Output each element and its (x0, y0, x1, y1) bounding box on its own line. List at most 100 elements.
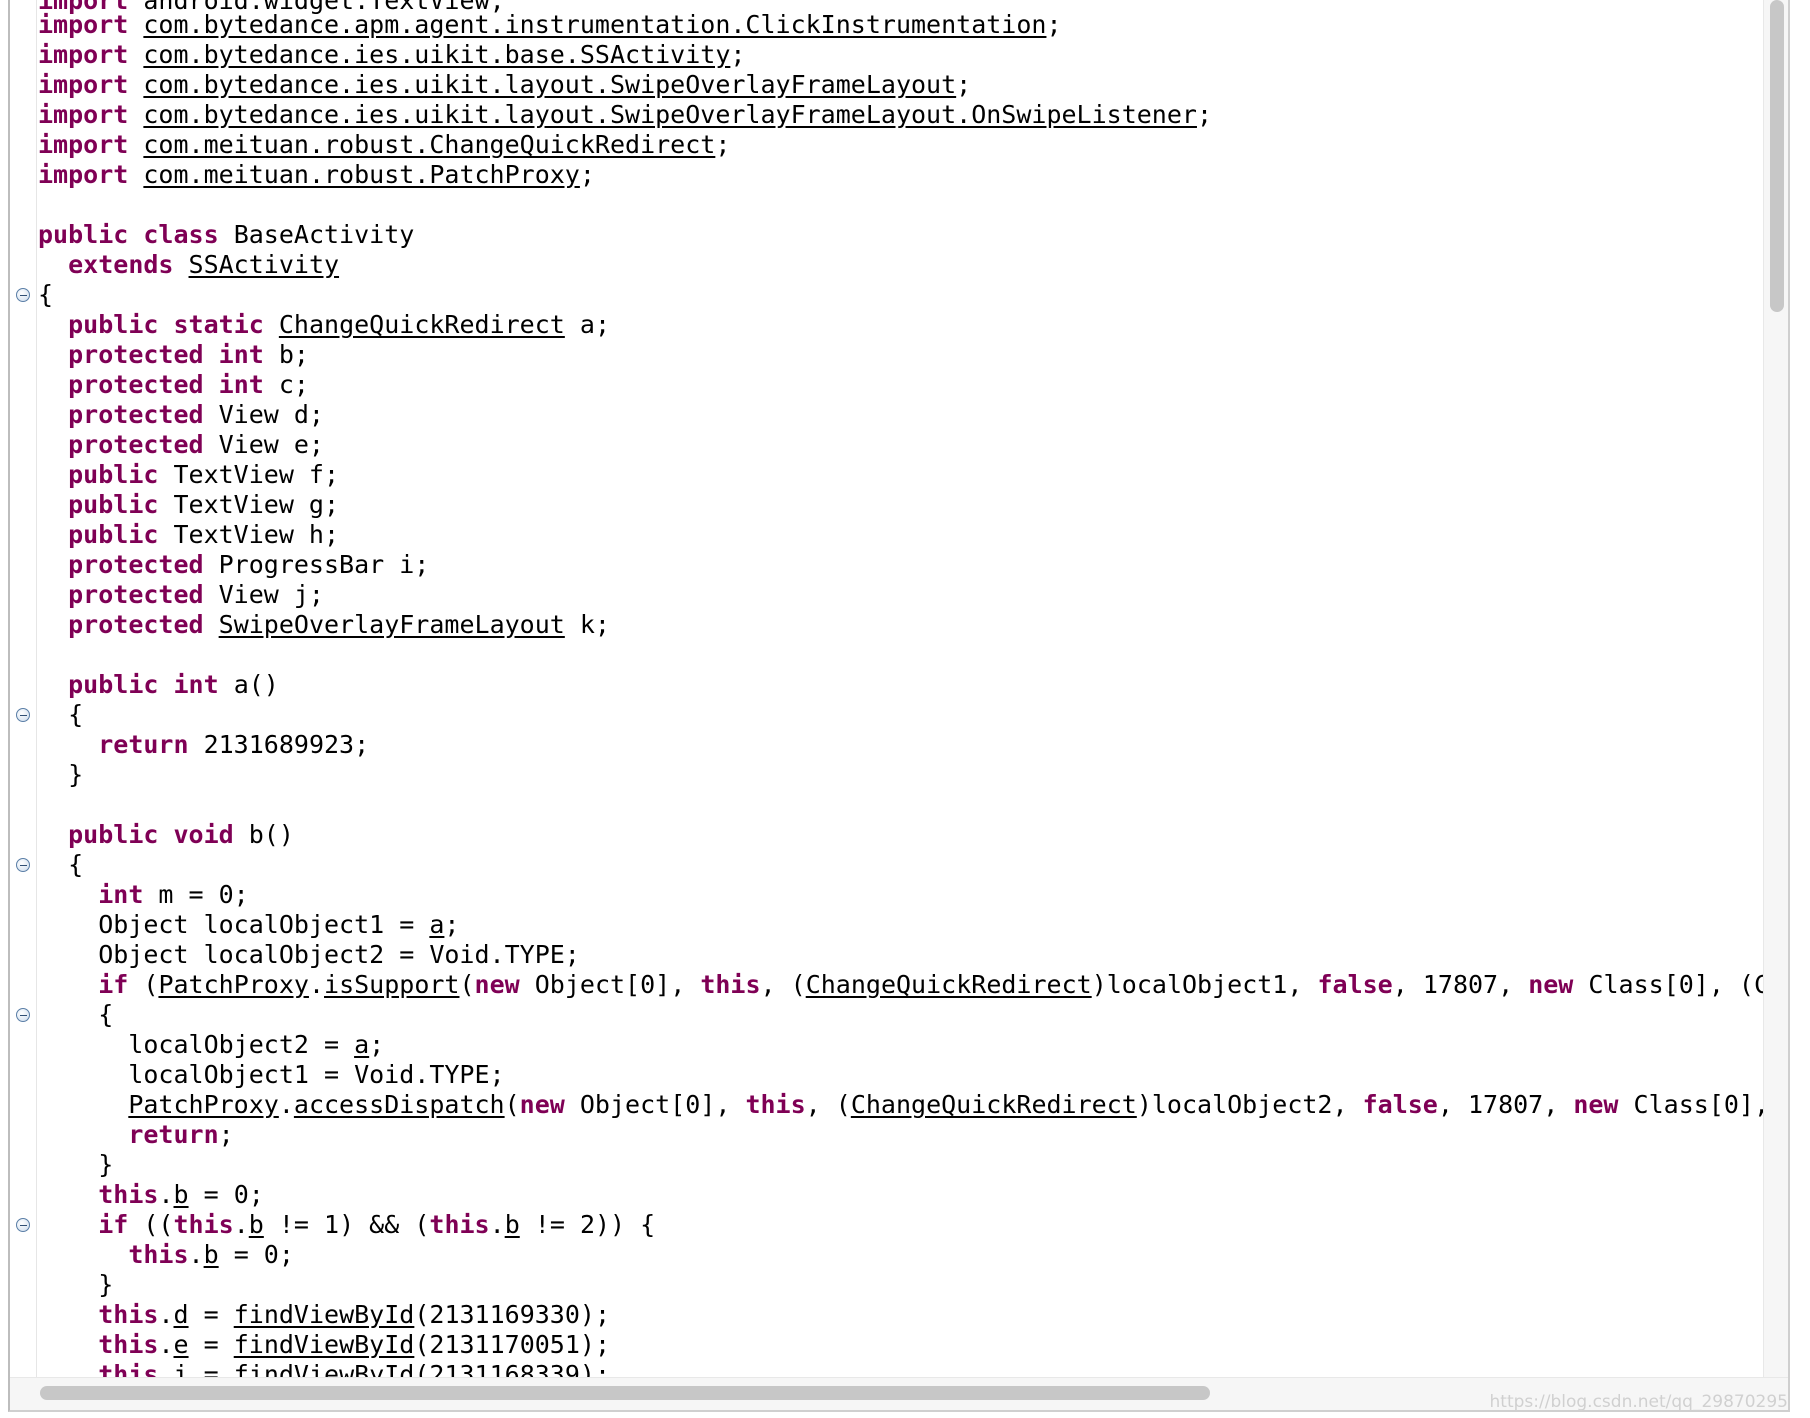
code-reference[interactable]: findViewById (234, 1360, 415, 1378)
fold-collapse-icon[interactable] (16, 1008, 30, 1022)
horizontal-scrollbar-thumb[interactable] (40, 1386, 1210, 1400)
code-reference[interactable]: com.bytedance.ies.uikit.layout.SwipeOver… (143, 100, 1197, 129)
code-text: (2131169330); (414, 1300, 611, 1329)
code-keyword: new (1528, 970, 1574, 999)
code-line: import com.meituan.robust.PatchProxy; (38, 160, 595, 190)
code-reference[interactable]: com.bytedance.ies.uikit.base.SSActivity (143, 40, 730, 69)
code-text: . (308, 970, 325, 999)
code-keyword: import (38, 70, 129, 99)
code-text: TextView h; (158, 520, 340, 549)
code-keyword: int (98, 880, 144, 909)
code-keyword: this (98, 1360, 159, 1378)
code-text: localObject1 = Void.TYPE; (38, 1060, 505, 1089)
code-reference[interactable]: a (354, 1030, 369, 1059)
code-text: ; (369, 1030, 385, 1059)
code-line: Object localObject2 = Void.TYPE; (38, 940, 580, 970)
fold-collapse-icon[interactable] (16, 288, 30, 302)
code-area[interactable]: import android.widget.TextView; import co… (38, 0, 1768, 1378)
code-reference[interactable]: e (174, 1330, 189, 1359)
code-reference[interactable]: com.meituan.robust.PatchProxy (143, 160, 580, 189)
code-keyword: this (429, 1210, 490, 1239)
code-text: . (188, 1240, 204, 1269)
code-keyword: protected (68, 400, 204, 429)
code-text: Class[0], (Class)loc (1588, 970, 1768, 999)
code-text: . (158, 1300, 174, 1329)
code-text: b; (263, 340, 309, 369)
code-text: 2131689923; (188, 730, 370, 759)
code-line: { (38, 1000, 113, 1030)
code-keyword: new (474, 970, 520, 999)
code-reference[interactable]: d (174, 1300, 189, 1329)
code-keyword: public (68, 670, 159, 699)
code-reference[interactable]: b (204, 1240, 219, 1269)
code-reference[interactable]: ChangeQuickRedirect (279, 310, 565, 339)
code-keyword: this (98, 1180, 159, 1209)
code-line: protected View d; (38, 400, 324, 430)
code-text: != 2)) { (519, 1210, 656, 1239)
code-reference[interactable]: SwipeOverlayFrameLayout (219, 610, 565, 639)
code-reference[interactable]: findViewById (234, 1330, 415, 1359)
code-reference[interactable]: findViewById (234, 1300, 415, 1329)
code-reference[interactable]: b (249, 1210, 264, 1239)
code-reference[interactable]: PatchProxy (128, 1090, 279, 1119)
fold-collapse-icon[interactable] (16, 1218, 30, 1232)
code-line: if ((this.b != 1) && (this.b != 2)) { (38, 1210, 655, 1240)
code-text: } (38, 1150, 114, 1179)
code-reference[interactable]: ChangeQuickRedirect (806, 970, 1092, 999)
code-text: . (233, 1210, 249, 1239)
code-text: m = 0; (143, 880, 249, 909)
code-reference[interactable]: PatchProxy (158, 970, 309, 999)
code-keyword: this (173, 1210, 234, 1239)
fold-collapse-icon[interactable] (16, 858, 30, 872)
code-keyword: false (1362, 1090, 1438, 1119)
code-text: ( (459, 970, 475, 999)
editor-gutter (10, 0, 36, 1378)
code-reference[interactable]: accessDispatch (294, 1090, 505, 1119)
code-reference[interactable]: ChangeQuickRedirect (851, 1090, 1137, 1119)
code-reference[interactable]: com.meituan.robust.ChangeQuickRedirect (143, 130, 715, 159)
code-keyword: int (173, 670, 219, 699)
code-keyword: static (173, 310, 264, 339)
code-reference[interactable]: a (429, 910, 444, 939)
code-text: = 0; (218, 1240, 294, 1269)
code-text: , 17807, (1392, 970, 1529, 999)
code-keyword: import (38, 100, 129, 129)
code-keyword: protected (68, 610, 204, 639)
code-text: ; (1046, 10, 1062, 39)
code-keyword: import (38, 160, 129, 189)
code-text: (( (128, 1210, 174, 1239)
code-reference[interactable]: com.bytedance.apm.agent.instrumentation.… (143, 10, 1046, 39)
vertical-scrollbar-thumb[interactable] (1770, 0, 1784, 312)
code-text: ; (956, 70, 972, 99)
code-keyword: this (700, 970, 761, 999)
code-keyword: public (68, 520, 159, 549)
code-text: c; (263, 370, 309, 399)
code-line: import com.bytedance.apm.agent.instrumen… (38, 10, 1062, 40)
fold-collapse-icon[interactable] (16, 708, 30, 722)
code-reference[interactable]: b (174, 1180, 189, 1209)
code-keyword: this (128, 1240, 189, 1269)
code-keyword: public (68, 490, 159, 519)
code-reference[interactable]: i (174, 1360, 189, 1378)
code-keyword: import (38, 10, 129, 39)
code-reference[interactable]: isSupport (324, 970, 459, 999)
watermark-text: https://blog.csdn.net/qq_29870295 (1489, 1392, 1788, 1412)
code-text: ( (128, 970, 159, 999)
code-reference[interactable]: b (505, 1210, 520, 1239)
code-line: this.d = findViewById(2131169330); (38, 1300, 610, 1330)
code-text: TextView g; (158, 490, 340, 519)
vertical-scrollbar[interactable] (1763, 0, 1788, 1378)
code-text: = (188, 1300, 234, 1329)
code-reference[interactable]: com.bytedance.ies.uikit.layout.SwipeOver… (143, 70, 956, 99)
code-line: import com.meituan.robust.ChangeQuickRed… (38, 130, 730, 160)
code-reference[interactable]: SSActivity (189, 250, 340, 279)
